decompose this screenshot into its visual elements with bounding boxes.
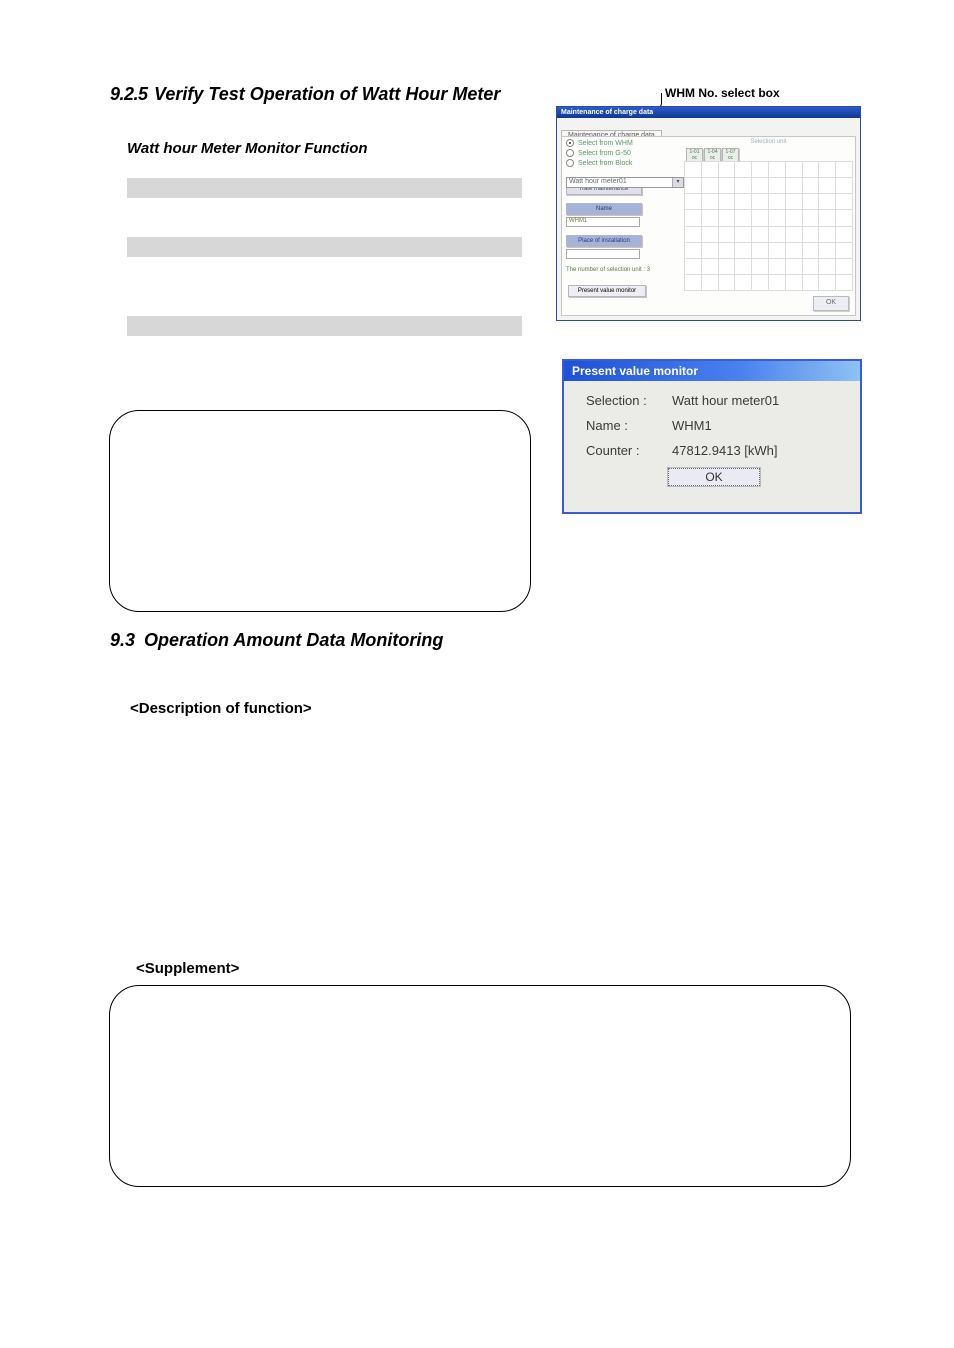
supplement-box [109, 985, 851, 1187]
note-box-925 [109, 410, 531, 612]
whm-number-select-value: Watt hour meter01 [569, 178, 627, 185]
pv-selection-label: Selection : [586, 393, 672, 408]
selection-unit-pane: Selection unit 1-01 oc 1-04 oc 1-07 oc [684, 137, 853, 291]
radio-dot-icon [566, 149, 574, 157]
pv-ok-button[interactable]: OK [668, 468, 760, 486]
page: 9.2.5 Verify Test Operation of Watt Hour… [0, 0, 954, 1348]
name-field[interactable]: WHM1 [566, 217, 640, 227]
present-value-monitor-dialog: Present value monitor Selection : Watt h… [562, 359, 862, 514]
name-button[interactable]: Name [566, 203, 642, 215]
charge-data-panel: Maintenance of charge data Maintenance o… [556, 106, 861, 321]
selection-unit-title: Selection unit [684, 137, 853, 145]
panel-body: Select from WHM Select from G-50 Select … [561, 136, 856, 316]
pv-row-name: Name : WHM1 [586, 418, 842, 433]
chevron-down-icon: ▾ [672, 178, 683, 187]
heading-925: 9.2.5 Verify Test Operation of Watt Hour… [110, 84, 500, 105]
pv-name-label: Name : [586, 418, 672, 433]
redacted-bar-3 [127, 316, 522, 336]
radio-dot-icon [566, 139, 574, 147]
pv-dialog-body: Selection : Watt hour meter01 Name : WHM… [564, 381, 860, 494]
panel-titlebar: Maintenance of charge data [557, 107, 860, 118]
radio-dot-icon [566, 159, 574, 167]
heading-93-title: Operation Amount Data Monitoring [144, 630, 443, 650]
pv-dialog-title: Present value monitor [564, 361, 860, 381]
place-field[interactable] [566, 249, 640, 259]
whm-select-caption: WHM No. select box [665, 86, 780, 100]
supplement-label: <Supplement> [136, 960, 239, 977]
selection-unit-grid [684, 161, 853, 291]
pv-ok-wrap: OK [586, 468, 842, 486]
present-value-monitor-button[interactable]: Present value monitor [568, 285, 646, 297]
subtitle-whm-monitor: Watt hour Meter Monitor Function [127, 140, 368, 157]
redacted-bar-2 [127, 237, 522, 257]
heading-925-number: 9.2.5 [110, 84, 148, 104]
description-of-function-label: <Description of function> [130, 700, 312, 717]
pv-name-value: WHM1 [672, 418, 712, 433]
pv-counter-value: 47812.9413 [kWh] [672, 443, 778, 458]
pv-row-counter: Counter : 47812.9413 [kWh] [586, 443, 842, 458]
place-of-installation-button[interactable]: Place of installation [566, 235, 642, 247]
heading-925-title: Verify Test Operation of Watt Hour Meter [154, 84, 500, 104]
heading-93: 9.3 Operation Amount Data Monitoring [110, 630, 443, 651]
selection-unit-table [684, 161, 853, 291]
pv-selection-value: Watt hour meter01 [672, 393, 779, 408]
whm-number-select[interactable]: Watt hour meter01 ▾ [566, 177, 684, 188]
pv-counter-label: Counter : [586, 443, 672, 458]
heading-93-number: 9.3 [110, 630, 135, 650]
radio-select-g50-label: Select from G-50 [578, 150, 631, 157]
radio-select-whm-label: Select from WHM [578, 140, 633, 147]
radio-select-block-label: Select from Block [578, 160, 632, 167]
redacted-bar-1 [127, 178, 522, 198]
pv-row-selection: Selection : Watt hour meter01 [586, 393, 842, 408]
panel-ok-button[interactable]: OK [813, 296, 849, 311]
